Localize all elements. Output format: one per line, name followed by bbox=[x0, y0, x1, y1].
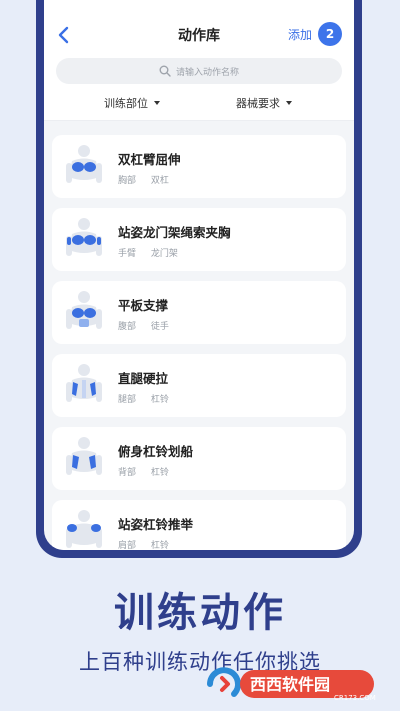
tag-equipment: 徒手 bbox=[150, 322, 169, 332]
caret-down-icon bbox=[154, 101, 160, 105]
watermark-logo: 西西软件园 CR173.COM bbox=[207, 667, 376, 702]
exercise-tags: 肩部 杠铃 bbox=[118, 538, 181, 550]
exercise-name: 站姿杠铃推举 bbox=[118, 517, 194, 532]
search-icon bbox=[159, 65, 171, 77]
tag-equipment: 杠铃 bbox=[150, 395, 169, 405]
tag-body-part: 腿部 bbox=[118, 395, 137, 405]
tag-equipment: 双杠 bbox=[150, 176, 169, 186]
count-badge[interactable]: 2 bbox=[318, 22, 342, 46]
exercise-tags: 腿部 杠铃 bbox=[118, 392, 181, 405]
muscle-chest-icon bbox=[66, 145, 102, 183]
filter-label: 器械要求 bbox=[236, 97, 280, 110]
exercise-card[interactable]: 站姿龙门架绳索夹胸 手臂 龙门架 bbox=[52, 208, 346, 271]
caret-down-icon bbox=[286, 101, 292, 105]
exercise-tags: 背部 杠铃 bbox=[118, 465, 181, 478]
add-button[interactable]: 添加 bbox=[288, 26, 312, 43]
tag-body-part: 背部 bbox=[118, 468, 137, 478]
search-input[interactable]: 请输入动作名称 bbox=[56, 58, 342, 84]
search-placeholder: 请输入动作名称 bbox=[175, 67, 239, 78]
exercise-tags: 手臂 龙门架 bbox=[118, 246, 190, 259]
tag-equipment: 龙门架 bbox=[150, 249, 178, 259]
watermark-url: CR173.COM bbox=[334, 694, 376, 702]
muscle-chest-icon bbox=[66, 218, 102, 256]
muscle-core-icon bbox=[66, 291, 102, 329]
tag-equipment: 杠铃 bbox=[150, 541, 169, 550]
exercise-card[interactable]: 直腿硬拉 腿部 杠铃 bbox=[52, 354, 346, 417]
exercise-card[interactable]: 俯身杠铃划船 背部 杠铃 bbox=[52, 427, 346, 490]
muscle-shoulder-icon bbox=[66, 510, 102, 548]
exercise-name: 直腿硬拉 bbox=[118, 371, 169, 386]
muscle-back-icon bbox=[66, 364, 102, 402]
header: 动作库 添加 2 请输入动作名称 训练部位 器械要求 bbox=[44, 0, 354, 121]
exercise-tags: 腹部 徒手 bbox=[118, 319, 181, 332]
exercise-card[interactable]: 双杠臂屈伸 胸部 双杠 bbox=[52, 135, 346, 198]
exercise-name: 俯身杠铃划船 bbox=[118, 444, 194, 459]
tag-body-part: 肩部 bbox=[118, 541, 137, 550]
tag-body-part: 腹部 bbox=[118, 322, 137, 332]
tag-body-part: 手臂 bbox=[118, 249, 137, 259]
exercise-name: 平板支撑 bbox=[118, 298, 169, 313]
app-screen: 动作库 添加 2 请输入动作名称 训练部位 器械要求 双杠臂屈伸 胸部 双杠 站… bbox=[44, 0, 354, 550]
exercise-name: 双杠臂屈伸 bbox=[118, 152, 181, 167]
exercise-card[interactable]: 站姿杠铃推举 肩部 杠铃 bbox=[52, 500, 346, 550]
exercise-card[interactable]: 平板支撑 腹部 徒手 bbox=[52, 281, 346, 344]
exercise-tags: 胸部 双杠 bbox=[118, 173, 181, 186]
tag-body-part: 胸部 bbox=[118, 176, 137, 186]
exercise-name: 站姿龙门架绳索夹胸 bbox=[118, 225, 231, 240]
watermark-text: 西西软件园 bbox=[250, 675, 330, 694]
filter-body-part[interactable]: 训练部位 bbox=[104, 95, 160, 111]
filter-equipment[interactable]: 器械要求 bbox=[236, 95, 292, 111]
filter-label: 训练部位 bbox=[104, 97, 148, 110]
tag-equipment: 杠铃 bbox=[150, 468, 169, 478]
muscle-back-icon bbox=[66, 437, 102, 475]
promo-headline: 训练动作 bbox=[114, 590, 286, 636]
